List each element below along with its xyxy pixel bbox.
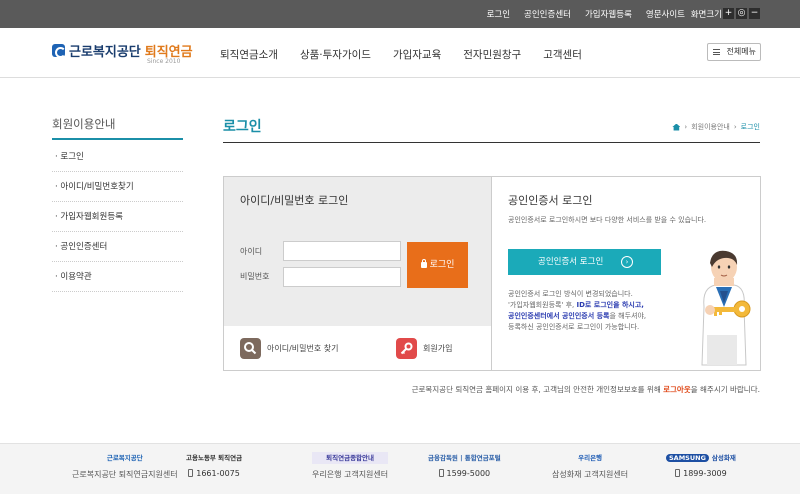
nav-item-products[interactable]: 상품·투자가이드: [300, 47, 371, 62]
id-login-footer: 아이디/비밀번호 찾기 회원가입: [224, 326, 492, 371]
breadcrumb-parent[interactable]: 회원이용안내: [691, 122, 730, 132]
breadcrumb-current: 로그인: [740, 123, 760, 131]
utility-link-login[interactable]: 로그인: [480, 8, 517, 20]
person-holding-key-illustration: [701, 250, 751, 366]
footer-phone-woori: 1599-5000: [446, 469, 491, 478]
footer-logo-kcomwel[interactable]: 근로복지공단: [72, 452, 178, 464]
lock-icon: [420, 259, 427, 268]
phone-icon: [675, 469, 681, 477]
sidebar-item-web-register[interactable]: · 가입자웹회원등록: [52, 202, 183, 232]
nav-item-intro[interactable]: 퇴직연금소개: [220, 47, 278, 62]
sidebar-item-terms[interactable]: · 이용약관: [52, 262, 183, 292]
site-logo[interactable]: 근로복지공단 퇴직연금 Since 2010: [52, 41, 193, 65]
nav-item-e-petition[interactable]: 전자민원창구: [463, 47, 521, 62]
sidebar-title-underline: [52, 138, 183, 140]
sidebar-title: 회원이용안내: [52, 117, 116, 131]
logo-since: Since 2010: [147, 58, 181, 65]
password-label: 비밀번호: [240, 272, 270, 281]
footer-phone-kcomwel: 1661-0075: [196, 469, 240, 478]
home-icon[interactable]: [672, 123, 681, 131]
arrow-right-icon: ›: [621, 256, 633, 268]
footer-moel: 고용노동부 퇴직연금 1661-0075: [186, 452, 242, 478]
magnifier-icon: [240, 338, 261, 359]
all-menu-button[interactable]: 전체메뉴: [707, 43, 761, 61]
id-login-panel: 아이디/비밀번호 로그인 아이디 비밀번호 로그인: [224, 177, 492, 326]
footer-woori: 우리은행 삼성화재 고객지원센터: [552, 452, 628, 480]
logout-notice: 근로복지공단 퇴직연금 홈페이지 이용 후, 고객님의 안전한 개인정보보호를 …: [411, 385, 760, 394]
find-id-pw-label: 아이디/비밀번호 찾기: [267, 344, 339, 353]
logo-main-text: 근로복지공단: [69, 45, 141, 60]
all-menu-label: 전체메뉴: [726, 47, 756, 56]
zoom-label: 화면크기: [690, 10, 722, 20]
footer-fss: 금융감독원 | 통합연금포털 1599-5000: [428, 452, 501, 478]
nav-item-education[interactable]: 가입자교육: [393, 47, 441, 62]
footer-logo-fss[interactable]: 금융감독원 | 통합연금포털: [428, 452, 501, 464]
footer-center-name-woori: 우리은행 고객지원센터: [312, 470, 389, 479]
logo-mark-icon: [52, 44, 66, 58]
cert-login-title: 공인인증서 로그인: [508, 194, 593, 207]
footer-samsung: SAMSUNG 삼성화재 1899-3009: [666, 452, 736, 478]
footer-center-kcomwel: 근로복지공단 근로복지공단 퇴직연금지원센터: [72, 452, 178, 480]
zoom-reset-button[interactable]: ◎: [736, 8, 747, 19]
footer-phone-samsung: 1899-3009: [683, 469, 727, 478]
join-label: 회원가입: [423, 344, 453, 353]
cert-note-line-4: 등록하신 공인인증서로 로그인이 가능합니다.: [508, 323, 640, 331]
login-button[interactable]: 로그인: [407, 242, 468, 288]
cert-login-description: 공인인증서로 로그인하시면 보다 다양한 서비스를 받을 수 있습니다.: [508, 216, 707, 224]
cert-note-line-1: 공인인증서 로그인 방식이 변경되었습니다.: [508, 290, 633, 298]
utility-link-cert-center[interactable]: 공인인증센터: [517, 8, 578, 20]
join-link[interactable]: 회원가입: [396, 338, 452, 359]
phone-icon: [188, 469, 194, 477]
zoom-out-button[interactable]: −: [749, 8, 760, 19]
find-id-pw-link[interactable]: 아이디/비밀번호 찾기: [240, 338, 338, 359]
site-header: 근로복지공단 퇴직연금 Since 2010 퇴직연금소개 상품·투자가이드 가…: [0, 28, 800, 78]
footer-center-name-samsung: 삼성화재 고객지원센터: [552, 470, 629, 479]
footer-pension-guide: 퇴직연금종합안내 우리은행 고객지원센터: [312, 452, 389, 480]
id-label: 아이디: [240, 247, 263, 256]
cert-login-notice: 공인인증서 로그인 방식이 변경되었습니다. '가입자웹회원등록' 후, ID로…: [508, 289, 646, 333]
key-icon: [396, 338, 417, 359]
phone-icon: [438, 469, 444, 477]
login-button-label: 로그인: [429, 260, 455, 270]
zoom-controls: + ◎ −: [723, 8, 760, 19]
footer-logo-moel[interactable]: 고용노동부 퇴직연금: [186, 452, 242, 464]
main-nav: 퇴직연금소개 상품·투자가이드 가입자교육 전자민원창구 고객센터: [220, 47, 604, 62]
cert-login-button-label: 공인인증서 로그인: [538, 257, 604, 267]
logout-emphasis: 로그아웃: [663, 385, 691, 394]
footer-center-name: 근로복지공단 퇴직연금지원센터: [72, 470, 178, 479]
breadcrumb: › 회원이용안내 › 로그인: [672, 122, 760, 132]
nav-item-customer-center[interactable]: 고객센터: [543, 47, 582, 62]
password-input[interactable]: [283, 267, 401, 287]
top-utility-bar: 로그인 공인인증센터 가입자웹등록 영문사이트 화면크기 + ◎ −: [0, 0, 800, 28]
site-footer: 근로복지공단 근로복지공단 퇴직연금지원센터 고용노동부 퇴직연금 1661-0…: [0, 443, 800, 494]
utility-link-english-site[interactable]: 영문사이트: [639, 8, 692, 20]
sidebar-item-find-id-pw[interactable]: · 아이디/비밀번호찾기: [52, 172, 183, 202]
footer-logo-woori-bank[interactable]: 우리은행: [552, 452, 628, 464]
hamburger-icon: [713, 49, 720, 55]
page-title: 로그인: [223, 119, 262, 135]
cert-login-panel: 공인인증서 로그인 공인인증서로 로그인하시면 보다 다양한 서비스를 받을 수…: [493, 177, 761, 371]
login-box: 아이디/비밀번호 로그인 아이디 비밀번호 로그인 아이디/비밀번호 찾기 회원…: [223, 176, 761, 371]
utility-link-web-register[interactable]: 가입자웹등록: [578, 8, 639, 20]
footer-logo-pension-guide[interactable]: 퇴직연금종합안내: [312, 452, 389, 464]
content-divider: [223, 142, 760, 143]
sidebar-menu: · 로그인 · 아이디/비밀번호찾기 · 가입자웹회원등록 · 공인인증센터 ·…: [52, 142, 183, 292]
zoom-in-button[interactable]: +: [723, 8, 734, 19]
cert-note-line-2: '가입자웹회원등록' 후, ID로 로그인을 하시고,: [508, 301, 644, 309]
cert-login-button[interactable]: 공인인증서 로그인 ›: [508, 249, 661, 275]
id-login-title: 아이디/비밀번호 로그인: [240, 194, 349, 207]
sidebar-item-login[interactable]: · 로그인: [52, 142, 183, 172]
footer-logo-samsung-fire[interactable]: SAMSUNG 삼성화재: [666, 452, 736, 464]
id-input[interactable]: [283, 241, 401, 261]
sidebar-item-cert-center[interactable]: · 공인인증센터: [52, 232, 183, 262]
utility-links: 로그인 공인인증센터 가입자웹등록 영문사이트: [480, 0, 692, 28]
cert-note-line-3: 공인인증센터에서 공인인증서 등록을 해두셔야,: [508, 312, 647, 320]
